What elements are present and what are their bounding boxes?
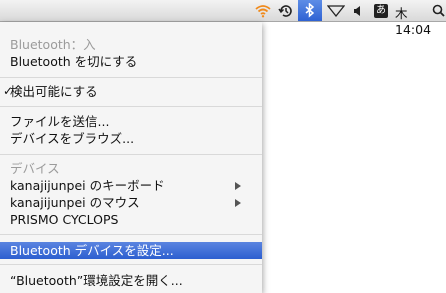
input-method-glyph: あ	[374, 3, 388, 18]
submenu-arrow-icon	[235, 182, 241, 190]
device-item-mouse[interactable]: kanajijunpei のマウス	[0, 194, 262, 211]
separator	[0, 77, 262, 78]
open-preferences-item[interactable]: “Bluetooth”環境設定を開く...	[0, 272, 262, 289]
submenu-arrow-icon	[235, 199, 241, 207]
separator	[0, 106, 262, 107]
bluetooth-status: Bluetooth：入	[10, 37, 96, 52]
bluetooth-off-item[interactable]: Bluetooth を切にする	[0, 53, 262, 70]
separator	[0, 264, 262, 265]
setup-device-item[interactable]: Bluetooth デバイスを設定...	[0, 242, 262, 259]
bluetooth-icon[interactable]	[298, 0, 322, 21]
spotlight-icon[interactable]	[430, 0, 446, 21]
display-icon[interactable]	[324, 0, 348, 21]
input-method-icon[interactable]: あ	[372, 0, 390, 21]
device-item-prismo[interactable]: PRISMO CYCLOPS	[0, 211, 262, 228]
bluetooth-menu: Bluetooth：入 Bluetooth を切にする ✓ 検出可能にする ファ…	[0, 22, 262, 293]
browse-device-item[interactable]: デバイスをブラウズ...	[0, 130, 262, 147]
menu-bar: あ 木 14:04	[0, 0, 446, 37]
separator	[0, 234, 262, 235]
discoverable-item[interactable]: ✓ 検出可能にする	[0, 83, 262, 100]
separator	[0, 154, 262, 155]
time-machine-icon[interactable]	[275, 0, 297, 21]
device-item-keyboard[interactable]: kanajijunpei のキーボード	[0, 177, 262, 194]
send-file-item[interactable]: ファイルを送信...	[0, 113, 262, 130]
wifi-icon[interactable]	[252, 0, 274, 21]
volume-icon[interactable]	[349, 0, 367, 21]
devices-header: デバイス	[10, 161, 60, 176]
